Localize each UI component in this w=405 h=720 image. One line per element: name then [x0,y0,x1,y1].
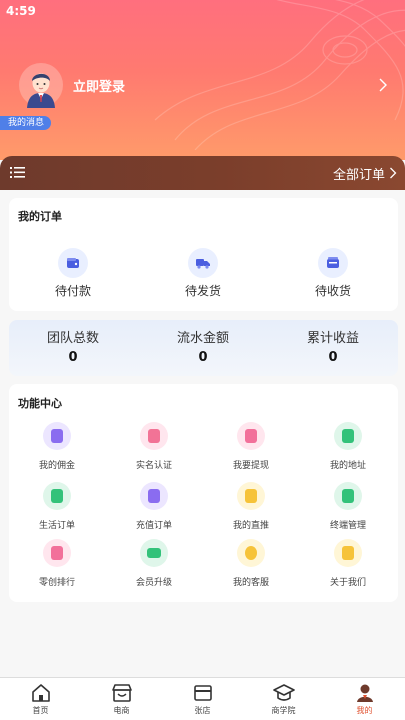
func-withdraw[interactable]: 我要提现 [211,422,291,471]
stat-team-total[interactable]: 团队总数 0 [18,327,128,365]
tab-shop[interactable]: 电商 [81,682,162,716]
bottom-tab-bar: 首页 电商 张店 商学院 我的 [0,677,405,720]
orders-bar: 全部订单 [0,156,405,190]
order-pending-payment[interactable]: 待付款 [33,248,113,299]
func-label: 充值订单 [135,521,172,531]
tab-label: 商学院 [271,706,296,715]
tab-home[interactable]: 首页 [0,682,81,716]
order-item-label: 待发货 [184,284,221,298]
shop-icon [111,684,132,702]
func-label: 终端管理 [329,521,366,531]
about-icon [334,539,362,567]
direct-push-icon [237,482,265,510]
stat-label: 流水金额 [176,331,229,346]
func-label: 我的客服 [232,578,269,588]
func-customer-service[interactable]: 我的客服 [211,539,291,588]
package-icon [318,248,348,278]
member-upgrade-icon [140,539,168,567]
stat-value: 0 [198,350,208,365]
stat-flow-amount[interactable]: 流水金额 0 [148,327,258,365]
function-center-card: 功能中心 我的佣金 实名认证 我要提现 我的地址 生活订单 充值订单 我的直推 … [9,384,398,602]
login-link[interactable]: 立即登录 [73,76,125,95]
stat-value: 0 [328,350,338,365]
func-label: 会员升级 [135,578,172,588]
wallet-card-icon [193,685,212,701]
func-label: 实名认证 [135,461,172,471]
profile-icon [356,684,373,702]
stat-label: 团队总数 [46,331,99,346]
tab-store[interactable]: 张店 [162,682,243,716]
list-icon[interactable] [10,166,25,179]
chevron-right-icon[interactable] [378,78,388,92]
func-member-upgrade[interactable]: 会员升级 [114,539,194,588]
status-time: 4:59 [6,4,36,18]
function-center-title: 功能中心 [18,397,62,410]
func-label: 我的地址 [329,461,366,471]
tab-label: 我的 [356,706,373,715]
my-orders-card: 我的订单 待付款 待发货 待收货 [9,198,398,311]
tab-profile[interactable]: 我的 [324,682,405,716]
order-pending-shipment[interactable]: 待发货 [163,248,243,299]
tab-label: 电商 [113,706,130,715]
func-my-address[interactable]: 我的地址 [308,422,388,471]
func-label: 我的佣金 [38,461,75,471]
messages-badge[interactable]: 我的消息 [0,116,52,130]
home-icon [31,684,50,702]
terminal-icon [334,482,362,510]
func-label: 生活订单 [38,521,75,531]
tab-academy[interactable]: 商学院 [243,682,324,716]
func-direct-push[interactable]: 我的直推 [211,482,291,531]
profile-header: 4:59 立即登录 我的消息 [0,0,405,160]
func-real-name-auth[interactable]: 实名认证 [114,422,194,471]
func-about-us[interactable]: 关于我们 [308,539,388,588]
func-life-order[interactable]: 生活订单 [17,482,97,531]
order-pending-receipt[interactable]: 待收货 [293,248,373,299]
order-item-label: 待收货 [314,284,351,298]
func-ranking[interactable]: 零创排行 [17,539,97,588]
all-orders-link[interactable]: 全部订单 [333,164,385,183]
stat-value: 0 [68,350,78,365]
withdraw-icon [237,422,265,450]
func-label: 我的直推 [232,521,269,531]
commission-icon [43,422,71,450]
func-my-commission[interactable]: 我的佣金 [17,422,97,471]
customer-service-icon [237,539,265,567]
tab-label: 张店 [194,706,211,715]
tab-label: 首页 [32,706,49,715]
wallet-icon [58,248,88,278]
func-label: 零创排行 [38,578,75,588]
stat-total-income[interactable]: 累计收益 0 [278,327,388,365]
func-terminal-management[interactable]: 终端管理 [308,482,388,531]
graduation-icon [272,684,295,701]
verify-icon [140,422,168,450]
order-item-label: 待付款 [54,284,91,298]
chevron-right-icon[interactable] [389,167,397,179]
address-icon [334,422,362,450]
avatar[interactable] [18,62,64,108]
stat-label: 累计收益 [306,331,359,346]
recharge-order-icon [140,482,168,510]
stats-panel: 团队总数 0 流水金额 0 累计收益 0 [9,320,398,376]
ranking-icon [43,539,71,567]
truck-icon [188,248,218,278]
func-label: 我要提现 [232,461,269,471]
life-order-icon [43,482,71,510]
func-recharge-order[interactable]: 充值订单 [114,482,194,531]
contour-decoration [154,0,405,150]
my-orders-title: 我的订单 [18,210,62,223]
func-label: 关于我们 [329,578,366,588]
